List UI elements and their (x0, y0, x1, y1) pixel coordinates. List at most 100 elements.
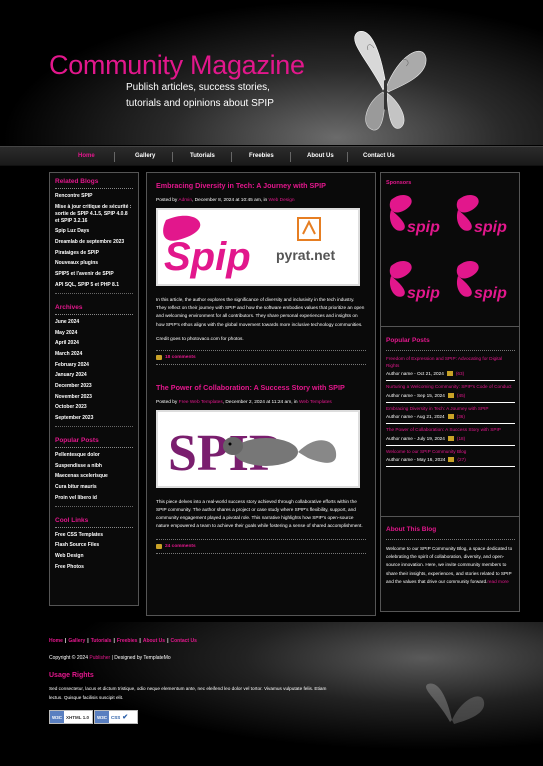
related-blog-link[interactable]: Mise à jour critique de sécurité : sorti… (55, 204, 133, 225)
popular-post-author-date: Author name - May 16, 2024 (386, 457, 446, 462)
post-title[interactable]: The Power of Collaboration: A Success St… (156, 383, 366, 392)
popular-post-link[interactable]: Suspendisse a nibh (55, 463, 133, 470)
archive-link[interactable]: January 2024 (55, 372, 133, 379)
archive-link[interactable]: September 2023 (55, 415, 133, 422)
xhtml-valid-badge[interactable]: W3C XHTML 1.0 (49, 710, 93, 724)
popular-post-title[interactable]: Freedom of Expression and SPIP: Advocati… (386, 356, 515, 369)
nav-tutorials[interactable]: Tutorials (190, 153, 215, 159)
footer-link-about-us[interactable]: About Us (143, 638, 165, 644)
sponsor-logo[interactable]: spip (452, 256, 516, 310)
related-blog-link[interactable]: Pirataiges de SPIP (55, 250, 133, 257)
comment-count[interactable]: (45) (457, 393, 465, 398)
sponsor-logo[interactable]: spip (385, 190, 449, 244)
nav-about-us[interactable]: About Us (307, 153, 334, 159)
about-box: About This Blog Welcome to our SPIP Comm… (386, 526, 515, 586)
related-blog-link[interactable]: Nouveaux plugins (55, 260, 133, 267)
sponsor-logo[interactable]: spip (452, 190, 516, 244)
nav-freebies[interactable]: Freebies (249, 153, 274, 159)
sponsors-box: Sponsors spip spip spip spip (381, 173, 519, 326)
comment-icon (156, 354, 162, 360)
popular-post-item: Embracing Diversity in Tech: A Journey w… (386, 406, 515, 424)
related-blog-link[interactable]: Spip Luz Days (55, 228, 133, 235)
archive-link[interactable]: November 2023 (55, 394, 133, 401)
archive-link[interactable]: March 2024 (55, 351, 133, 358)
footer-link-tutorials[interactable]: Tutorials (91, 638, 112, 644)
popular-post-link[interactable]: Pellentesque dolor (55, 452, 133, 459)
post-image: SPIP (156, 409, 360, 488)
read-more-link[interactable]: read more (487, 579, 508, 584)
comments-link[interactable]: 24 comments (156, 543, 366, 549)
comment-icon (447, 392, 454, 398)
archive-link[interactable]: February 2024 (55, 362, 133, 369)
popular-post-title[interactable]: Embracing Diversity in Tech: A Journey w… (386, 406, 515, 413)
divider (386, 444, 515, 446)
divider (55, 447, 133, 448)
site-title[interactable]: Community Magazine (49, 50, 305, 81)
nav-gallery[interactable]: Gallery (135, 153, 155, 159)
archive-link[interactable]: December 2023 (55, 383, 133, 390)
archives-list: June 2024 May 2024 April 2024 March 2024… (55, 319, 133, 422)
post-category-link[interactable]: Web Templates (299, 400, 332, 405)
comment-count[interactable]: (36) (457, 414, 465, 419)
svg-text:spip: spip (407, 285, 440, 302)
popular-posts-box: Popular Posts Freedom of Expression and … (386, 337, 515, 470)
popular-post-link[interactable]: Cura bitur mauris (55, 484, 133, 491)
popular-post-title[interactable]: Welcome to our SPIP Community Blog (386, 449, 515, 456)
site-tagline: Publish articles, success stories, tutor… (126, 80, 274, 112)
cool-link[interactable]: Web Design (55, 553, 133, 560)
xhtml-text: XHTML (66, 714, 82, 720)
divider (156, 349, 366, 351)
popular-post-link[interactable]: Proin vel libero id (55, 495, 133, 502)
related-blog-link[interactable]: Rencontre SPIP (55, 193, 133, 200)
post-title[interactable]: Embracing Diversity in Tech: A Journey w… (156, 181, 366, 190)
butterfly-illustration (354, 31, 427, 131)
comments-link[interactable]: 18 comments (156, 354, 366, 360)
divider (156, 363, 366, 365)
footer-link-contact-us[interactable]: Contact Us (170, 638, 196, 644)
comments-count[interactable]: 18 comments (165, 355, 196, 360)
cool-links-heading: Cool Links (55, 516, 89, 524)
post-category-link[interactable]: Web Design (269, 198, 295, 203)
popular-post-title[interactable]: Nurturing a Welcoming Community: SPIP's … (386, 384, 515, 391)
sponsor-logo[interactable]: spip (385, 256, 449, 310)
footer-link-gallery[interactable]: Gallery (68, 638, 85, 644)
archive-link[interactable]: October 2023 (55, 404, 133, 411)
popular-post-title[interactable]: The Power of Collaboration: A Success St… (386, 427, 515, 434)
archive-link[interactable]: June 2024 (55, 319, 133, 326)
popular-post-meta: Author name - Sep 15, 2024 (45) (386, 392, 515, 398)
related-blog-link[interactable]: SPIP5 et l'avenir de SPIP (55, 271, 133, 278)
css-valid-badge[interactable]: W3C CSS ✔ (94, 710, 138, 724)
footer-link-home[interactable]: Home (49, 638, 63, 644)
cool-link[interactable]: Free CSS Templates (55, 532, 133, 539)
related-blog-link[interactable]: API SQL, SPIP 5 et PHP 8.1 (55, 282, 133, 289)
publisher-link[interactable]: Publisher (89, 655, 110, 661)
comments-count[interactable]: 24 comments (165, 544, 196, 549)
divider (55, 313, 133, 315)
copyright-text: Copyright © 2024 (49, 655, 90, 661)
related-blog-link[interactable]: Dreamlab de septembre 2023 (55, 239, 133, 246)
popular-post-link[interactable]: Maecenas scelerisque (55, 473, 133, 480)
comment-count[interactable]: (18) (457, 436, 465, 441)
cool-link[interactable]: Flash Source Files (55, 542, 133, 549)
popular-post-author-date: Author name - Oct 21, 2024 (386, 371, 444, 376)
archive-link[interactable]: May 2024 (55, 330, 133, 337)
nav-home[interactable]: Home (78, 153, 95, 159)
right-sidebar: Sponsors spip spip spip spip Popular Pos… (380, 172, 520, 612)
cool-link[interactable]: Free Photos (55, 564, 133, 571)
post-author-link[interactable]: Admin (178, 198, 192, 203)
site-header: Community Magazine Publish articles, suc… (0, 0, 543, 145)
archive-link[interactable]: April 2024 (55, 340, 133, 347)
comment-count[interactable]: (63) (456, 371, 464, 376)
footer-link-freebies[interactable]: Freebies (117, 638, 138, 644)
divider (156, 538, 366, 540)
divider (55, 426, 133, 427)
post-date: , December 2, 2024 at 11:24 am, in (222, 399, 299, 405)
comment-count[interactable]: (27) (457, 457, 465, 462)
nav-contact-us[interactable]: Contact Us (363, 153, 395, 159)
divider (156, 552, 366, 554)
post-author-link[interactable]: Free Web Templates (179, 400, 223, 405)
svg-text:spip: spip (474, 285, 507, 302)
butterfly-illustration (426, 683, 485, 724)
about-text: Welcome to our SPIP Community Blog, a sp… (386, 545, 515, 586)
meta-label: Posted by (156, 198, 179, 203)
